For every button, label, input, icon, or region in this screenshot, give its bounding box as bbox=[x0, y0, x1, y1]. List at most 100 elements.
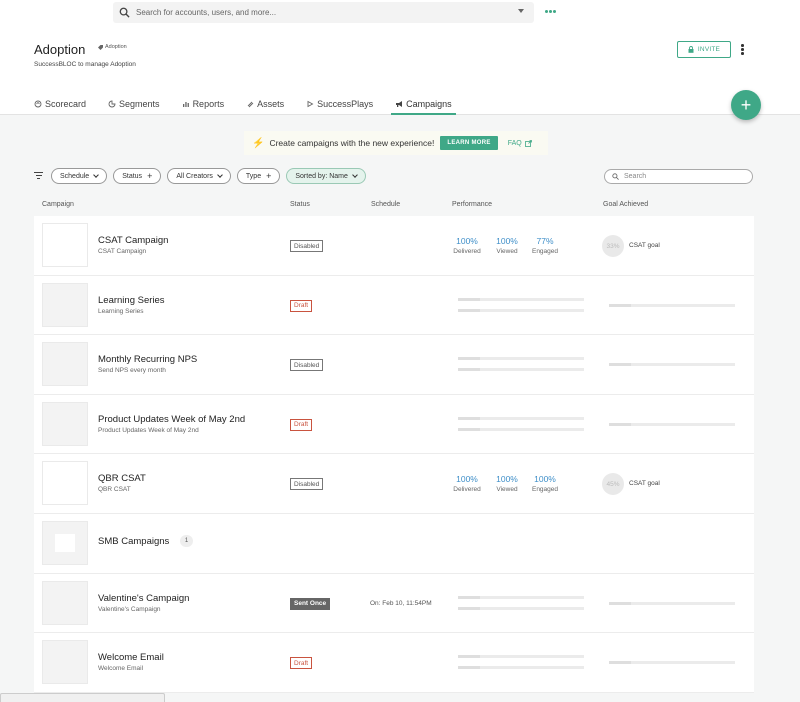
folder-count-badge: 1 bbox=[180, 534, 193, 547]
loading-placeholder bbox=[458, 357, 584, 361]
perf-label: Engaged bbox=[531, 248, 559, 255]
status-badge: Disabled bbox=[290, 359, 324, 372]
campaign-table: CSAT Campaign CSAT Campaign Disabled 100… bbox=[34, 216, 754, 693]
perf-label: Delivered bbox=[453, 486, 481, 494]
perf-value: 100% bbox=[456, 474, 478, 485]
campaign-folder-name[interactable]: SMB Campaigns bbox=[98, 536, 169, 547]
campaign-description: Valentine's Campaign bbox=[98, 605, 161, 613]
perf-value: 77% bbox=[536, 236, 554, 246]
column-header-schedule[interactable]: Schedule bbox=[371, 201, 400, 208]
filter-icon[interactable] bbox=[34, 172, 43, 181]
column-header-campaign[interactable]: Campaign bbox=[42, 201, 74, 208]
campaign-search-input[interactable]: Search bbox=[604, 169, 753, 184]
status-badge: Disabled bbox=[290, 240, 324, 252]
campaign-thumbnail bbox=[42, 640, 88, 685]
play-icon bbox=[307, 100, 314, 108]
campaign-name[interactable]: CSAT Campaign bbox=[98, 235, 168, 246]
schedule-filter[interactable]: Schedule bbox=[51, 168, 108, 184]
learn-more-button[interactable]: LEARN MORE bbox=[440, 136, 498, 150]
global-search-input[interactable]: Search for accounts, users, and more... bbox=[113, 2, 534, 23]
campaign-name[interactable]: Welcome Email bbox=[98, 652, 164, 663]
perf-label: Delivered bbox=[453, 248, 481, 255]
campaign-description: Product Updates Week of May 2nd bbox=[98, 426, 199, 434]
campaign-description: Learning Series bbox=[98, 307, 144, 315]
campaign-thumbnail bbox=[42, 461, 88, 506]
campaign-thumbnail bbox=[42, 282, 88, 327]
invite-button-label: INVITE bbox=[697, 46, 721, 53]
loading-placeholder bbox=[458, 416, 584, 420]
segments-icon bbox=[108, 100, 116, 108]
banner-text: Create campaigns with the new experience… bbox=[269, 138, 435, 148]
plus-icon: + bbox=[266, 170, 272, 181]
faq-link[interactable]: FAQ bbox=[508, 140, 532, 147]
campaign-name[interactable]: Valentine's Campaign bbox=[98, 593, 189, 604]
table-row[interactable]: Welcome Email Welcome Email Draft bbox=[34, 633, 754, 693]
external-link-icon bbox=[524, 139, 532, 147]
goal-progress-circle: 33% bbox=[602, 235, 624, 257]
table-row[interactable]: CSAT Campaign CSAT Campaign Disabled 100… bbox=[34, 216, 754, 276]
more-options-icon[interactable] bbox=[741, 44, 744, 55]
top-bar: Search for accounts, users, and more... bbox=[0, 0, 800, 30]
chevron-down-icon[interactable] bbox=[518, 9, 524, 13]
perf-viewed: 100% Viewed bbox=[487, 474, 527, 493]
lock-icon bbox=[688, 46, 694, 53]
tab-label: Campaigns bbox=[406, 99, 452, 109]
scorecard-icon bbox=[34, 100, 42, 108]
chip-label: Schedule bbox=[60, 172, 90, 180]
tab-segments[interactable]: Segments bbox=[104, 96, 164, 115]
loading-placeholder bbox=[458, 595, 584, 599]
loading-placeholder bbox=[458, 666, 584, 670]
page-subtitle: SuccessBLOC to manage Adoption bbox=[34, 61, 136, 68]
perf-delivered: 100% Delivered bbox=[447, 474, 487, 493]
creators-filter[interactable]: All Creators bbox=[167, 168, 231, 184]
loading-placeholder bbox=[458, 655, 584, 659]
tab-label: SuccessPlays bbox=[317, 99, 374, 109]
tab-scorecard[interactable]: Scorecard bbox=[30, 96, 90, 115]
tab-label: Reports bbox=[192, 99, 225, 109]
plus-icon: + bbox=[740, 94, 752, 115]
campaign-thumbnail bbox=[42, 223, 88, 267]
invite-button[interactable]: INVITE bbox=[677, 41, 731, 58]
table-row[interactable]: Valentine's Campaign Valentine's Campaig… bbox=[34, 573, 754, 634]
tag-icon bbox=[98, 44, 103, 50]
global-search-placeholder: Search for accounts, users, and more... bbox=[136, 8, 277, 17]
loading-placeholder bbox=[609, 303, 735, 307]
tab-campaigns[interactable]: Campaigns bbox=[391, 96, 456, 115]
page-header: Adoption Adoption SuccessBLOC to manage … bbox=[0, 30, 800, 115]
tab-assets[interactable]: Assets bbox=[242, 96, 288, 115]
perf-engaged: 77% Engaged bbox=[525, 236, 565, 255]
table-row[interactable]: Monthly Recurring NPS Send NPS every mon… bbox=[34, 335, 754, 395]
loading-placeholder bbox=[458, 606, 584, 610]
campaign-name[interactable]: Monthly Recurring NPS bbox=[98, 354, 197, 365]
table-row[interactable]: Product Updates Week of May 2nd Product … bbox=[34, 394, 754, 455]
column-header-goal[interactable]: Goal Achieved bbox=[603, 201, 648, 208]
table-row[interactable]: SMB Campaigns 1 bbox=[34, 513, 754, 574]
perf-value: 100% bbox=[456, 236, 478, 246]
add-campaign-button[interactable]: + bbox=[731, 90, 761, 120]
loading-dots-icon bbox=[545, 10, 556, 13]
type-filter[interactable]: Type + bbox=[236, 168, 281, 184]
tab-successplays[interactable]: SuccessPlays bbox=[302, 96, 377, 115]
new-experience-banner: ⚡ Create campaigns with the new experien… bbox=[244, 131, 548, 155]
loading-placeholder bbox=[609, 661, 735, 665]
column-header-status[interactable]: Status bbox=[290, 201, 310, 208]
column-header-performance[interactable]: Performance bbox=[452, 201, 492, 208]
perf-value: 100% bbox=[534, 474, 556, 485]
perf-label: Engaged bbox=[531, 486, 559, 494]
tab-reports[interactable]: Reports bbox=[178, 96, 229, 115]
reports-icon bbox=[182, 102, 189, 107]
chevron-down-icon bbox=[352, 172, 358, 178]
filter-bar: Schedule Status + All Creators Type + Sort… bbox=[51, 168, 366, 184]
campaign-name[interactable]: Product Updates Week of May 2nd bbox=[98, 414, 245, 425]
status-filter[interactable]: Status + bbox=[113, 168, 162, 184]
table-row[interactable]: Learning Series Learning Series Draft bbox=[34, 275, 754, 336]
bottom-panel-tab[interactable] bbox=[0, 693, 165, 702]
table-row[interactable]: QBR CSAT QBR CSAT Disabled 100% Delivered… bbox=[34, 454, 754, 514]
sort-dropdown[interactable]: Sorted by: Name bbox=[286, 168, 366, 184]
campaign-name[interactable]: Learning Series bbox=[98, 295, 165, 306]
loading-placeholder bbox=[458, 427, 584, 431]
status-badge: Draft bbox=[290, 299, 313, 312]
campaign-name[interactable]: QBR CSAT bbox=[98, 473, 146, 484]
assets-icon bbox=[247, 101, 254, 108]
perf-delivered: 100% Delivered bbox=[447, 236, 487, 255]
